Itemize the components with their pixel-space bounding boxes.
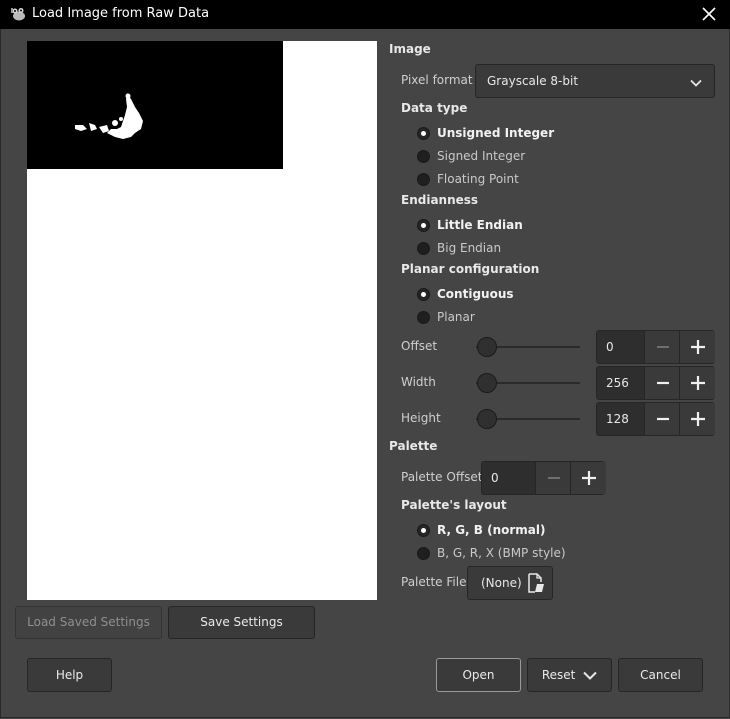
palette-offset-input[interactable]: 0	[491, 471, 499, 485]
radio-indicator	[417, 150, 430, 163]
radio-label: Contiguous	[437, 287, 514, 301]
load-saved-settings-button[interactable]: Load Saved Settings	[15, 606, 162, 639]
chevron-down-icon	[583, 671, 597, 680]
radio-label: Signed Integer	[437, 149, 526, 163]
offset-slider[interactable]	[476, 336, 580, 358]
radio-indicator	[417, 173, 430, 186]
gimp-app-icon	[10, 7, 27, 21]
pixel-format-label: Pixel format	[401, 73, 473, 87]
help-button[interactable]: Help	[27, 658, 112, 692]
image-preview	[27, 41, 377, 600]
save-settings-button[interactable]: Save Settings	[168, 606, 315, 639]
radio-label: B, G, R, X (BMP style)	[437, 546, 566, 560]
height-slider[interactable]	[476, 408, 580, 430]
radio-label: Unsigned Integer	[437, 126, 555, 140]
offset-decrement-button[interactable]	[644, 331, 680, 363]
palette-file-label: Palette File	[401, 575, 467, 589]
height-label: Height	[401, 411, 441, 425]
reset-button[interactable]: Reset	[527, 658, 612, 692]
section-data-type: Data type	[401, 101, 468, 115]
section-image: Image	[389, 42, 431, 56]
width-spinbox: 256	[596, 366, 715, 400]
palette-offset-increment-button[interactable]	[570, 462, 606, 494]
width-decrement-button[interactable]	[644, 367, 680, 399]
section-planar: Planar configuration	[401, 262, 540, 276]
height-input[interactable]: 128	[606, 412, 629, 426]
width-increment-button[interactable]	[679, 367, 715, 399]
offset-label: Offset	[401, 339, 438, 353]
title-bar: Load Image from Raw Data	[0, 0, 730, 29]
radio-indicator	[417, 311, 430, 324]
radio-indicator	[417, 242, 430, 255]
radio-label: R, G, B (normal)	[437, 523, 546, 537]
offset-increment-button[interactable]	[679, 331, 715, 363]
open-button[interactable]: Open	[436, 658, 521, 692]
palette-offset-label: Palette Offset	[401, 470, 483, 484]
palette-offset-spinbox: 0	[481, 461, 606, 495]
radio-indicator	[417, 127, 430, 140]
palette-offset-decrement-button[interactable]	[535, 462, 571, 494]
radio-label: Big Endian	[437, 241, 502, 255]
offset-input[interactable]: 0	[606, 340, 614, 354]
close-icon[interactable]	[698, 3, 720, 25]
radio-indicator	[417, 547, 430, 560]
palette-file-value: (None)	[481, 576, 522, 590]
width-slider[interactable]	[476, 372, 580, 394]
width-label: Width	[401, 375, 436, 389]
slider-knob[interactable]	[477, 337, 497, 357]
pixel-format-value: Grayscale 8-bit	[487, 74, 579, 88]
window-title: Load Image from Raw Data	[32, 6, 210, 21]
cancel-button[interactable]: Cancel	[618, 658, 703, 692]
section-palette-layout: Palette's layout	[401, 498, 507, 512]
radio-indicator	[417, 288, 430, 301]
section-palette: Palette	[389, 439, 438, 453]
slider-knob[interactable]	[477, 373, 497, 393]
pixel-format-dropdown[interactable]: Grayscale 8-bit	[475, 64, 715, 98]
chevron-down-icon	[690, 76, 702, 90]
radio-indicator	[417, 219, 430, 232]
reset-label: Reset	[541, 668, 576, 682]
preview-thumbnail	[27, 41, 283, 169]
radio-label: Floating Point	[437, 172, 519, 186]
width-input[interactable]: 256	[606, 376, 629, 390]
file-open-icon	[527, 573, 545, 596]
offset-spinbox: 0	[596, 330, 715, 364]
section-endianness: Endianness	[401, 193, 479, 207]
radio-indicator	[417, 524, 430, 537]
height-spinbox: 128	[596, 402, 715, 436]
height-decrement-button[interactable]	[644, 403, 680, 435]
slider-knob[interactable]	[477, 409, 497, 429]
palette-file-button[interactable]: (None)	[467, 566, 553, 600]
height-increment-button[interactable]	[679, 403, 715, 435]
radio-label: Planar	[437, 310, 475, 324]
radio-label: Little Endian	[437, 218, 523, 232]
